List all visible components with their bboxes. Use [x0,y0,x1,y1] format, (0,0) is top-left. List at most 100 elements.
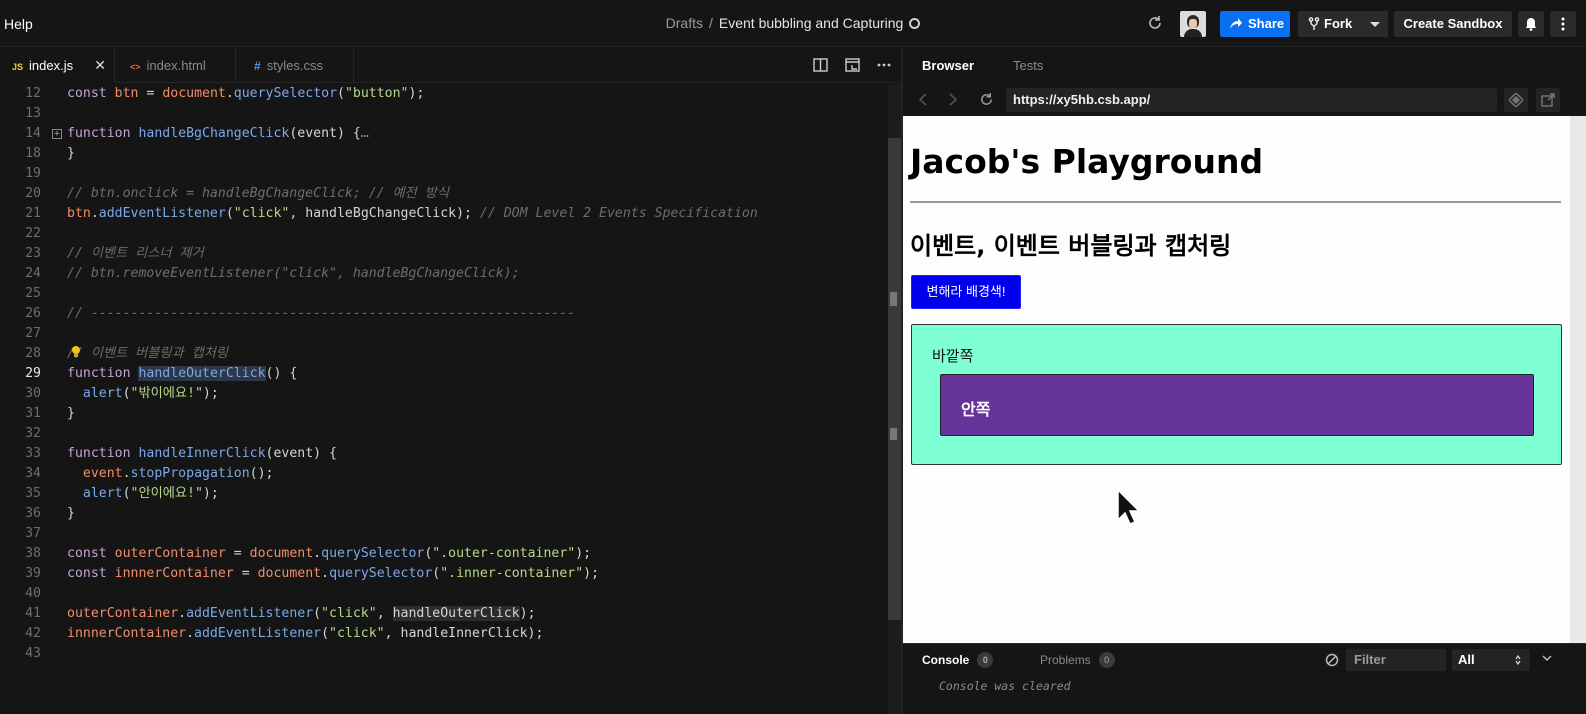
line-number: 26 [25,306,41,321]
editor-scrollbar-thumb[interactable] [888,138,901,620]
code-line: 24 // btn.removeEventListener("click", ha… [0,264,890,284]
line-number: 37 [25,526,41,541]
code-comment: // btn.removeEventListener("click", hand… [67,266,520,281]
share-label: Share [1248,16,1285,31]
code-line: 19 [0,164,890,184]
lightbulb-icon[interactable] [70,345,82,359]
line-number: 27 [25,326,41,341]
help-menu[interactable]: Help [4,16,33,32]
code-comment: // btn.onclick = handleBgChangeClick; //… [67,186,449,201]
reload-icon[interactable] [1147,15,1163,31]
inner-label: 안쪽 [961,402,991,419]
fork-button[interactable]: Fork [1298,11,1388,37]
change-bg-button[interactable]: 변해라 배경색! [911,275,1021,309]
outer-container[interactable]: 바깥쪽 안쪽 [911,324,1562,465]
tab-styles-css[interactable]: # styles.css [236,48,354,83]
tab-index-html[interactable]: <> index.html [115,48,236,83]
line-number: 34 [25,466,41,481]
console-panel: Console 0 Problems 0 Filter All Console wa… [903,643,1586,714]
tab-tests[interactable]: Tests [1013,58,1043,73]
avatar[interactable] [1180,11,1206,37]
line-number: 38 [25,546,41,561]
code-line-current: 29 function handleOuterClick() { [0,364,890,384]
code-line: 14 + function handleBgChangeClick(event) {… [0,124,890,144]
line-number: 35 [25,486,41,501]
close-icon[interactable]: ✕ [94,48,106,83]
preview-icon[interactable] [845,58,860,72]
tab-index-js[interactable]: JS index.js ✕ [0,48,115,83]
breadcrumb-separator: / [708,15,713,31]
code-line: 22 [0,224,890,244]
line-number: 19 [25,166,41,181]
code-text: innnerContainer.addEventListener("click"… [67,626,544,641]
fold-expand-icon[interactable]: + [52,129,62,139]
console-filter-input[interactable]: Filter [1346,649,1446,671]
code-line: 37 [0,524,890,544]
url-input[interactable]: https://xy5hb.csb.app/ [1006,88,1497,112]
line-number: 41 [25,606,41,621]
clear-console-icon[interactable] [1325,653,1339,667]
chevron-down-icon[interactable] [1542,655,1552,662]
code-editor[interactable]: 12 const btn = document.querySelector("bu… [0,84,900,714]
create-sandbox-button[interactable]: Create Sandbox [1394,11,1512,37]
code-text: function handleInnerClick(event) { [67,446,337,461]
code-line: 34 event.stopPropagation(); [0,464,890,484]
line-number: 22 [25,226,41,241]
code-text: function handleOuterClick() { [67,366,298,381]
tab-console[interactable]: Console 0 [922,652,994,668]
preview-scrollbar[interactable] [1570,116,1586,643]
line-number: 21 [25,206,41,221]
resize-handle[interactable] [890,292,897,306]
share-icon [1230,18,1242,29]
code-text: function handleBgChangeClick(event) {… [67,126,369,141]
css-file-icon: # [254,59,261,73]
problems-tab-label: Problems [1040,653,1091,667]
tab-browser[interactable]: Browser [922,58,974,73]
line-number: 33 [25,446,41,461]
code-text: } [67,146,75,161]
code-text: btn.addEventListener("click", handleBgCh… [67,206,758,221]
line-number: 18 [25,146,41,161]
code-line: 20 // btn.onclick = handleBgChangeClick; … [0,184,890,204]
inner-container[interactable]: 안쪽 [940,374,1534,436]
resize-handle[interactable] [890,428,897,440]
codesandbox-icon [1509,93,1523,107]
chevron-down-icon[interactable] [1370,22,1380,27]
fork-icon [1308,17,1320,30]
top-bar: Help Drafts / Event bubbling and Capturing… [0,0,1586,47]
split-view-icon[interactable] [813,58,828,72]
code-line: 31} [0,404,890,424]
more-icon[interactable] [877,63,891,67]
open-new-window-button[interactable] [1536,88,1560,112]
back-icon[interactable] [919,93,927,106]
line-number: 40 [25,586,41,601]
code-line: 21 btn.addEventListener("click", handleBg… [0,204,890,224]
code-line: 30 alert("밖이에요!"); [0,384,890,404]
line-number: 14 [25,126,41,141]
log-level-select[interactable]: All [1452,649,1530,671]
console-tab-label: Console [922,653,970,667]
line-number: 42 [25,626,41,641]
code-line: 40 [0,584,890,604]
console-message: Console was cleared [939,679,1071,693]
codesandbox-button[interactable] [1504,88,1528,112]
code-text: } [67,506,75,521]
code-line: 42 innnerContainer.addEventListener("clic… [0,624,890,644]
notifications-button[interactable] [1518,11,1544,37]
breadcrumb-drafts[interactable]: Drafts [666,15,703,31]
tab-problems[interactable]: Problems 0 [1040,652,1115,668]
fork-label: Fork [1324,16,1353,31]
line-number: 30 [25,386,41,401]
problems-count-badge: 0 [1098,652,1115,668]
globe-icon [909,18,921,29]
share-button[interactable]: Share [1220,11,1290,37]
more-menu-button[interactable] [1550,11,1576,37]
reload-icon[interactable] [979,92,994,107]
bell-icon [1526,18,1536,31]
code-line: 26 // -----------------------------------… [0,304,890,324]
forward-icon[interactable] [949,93,957,106]
code-text: const btn = document.querySelector("butt… [67,86,425,101]
js-file-icon: JS [12,62,24,72]
sandbox-title[interactable]: Event bubbling and Capturing [719,15,903,31]
code-line: 43 [0,644,890,664]
